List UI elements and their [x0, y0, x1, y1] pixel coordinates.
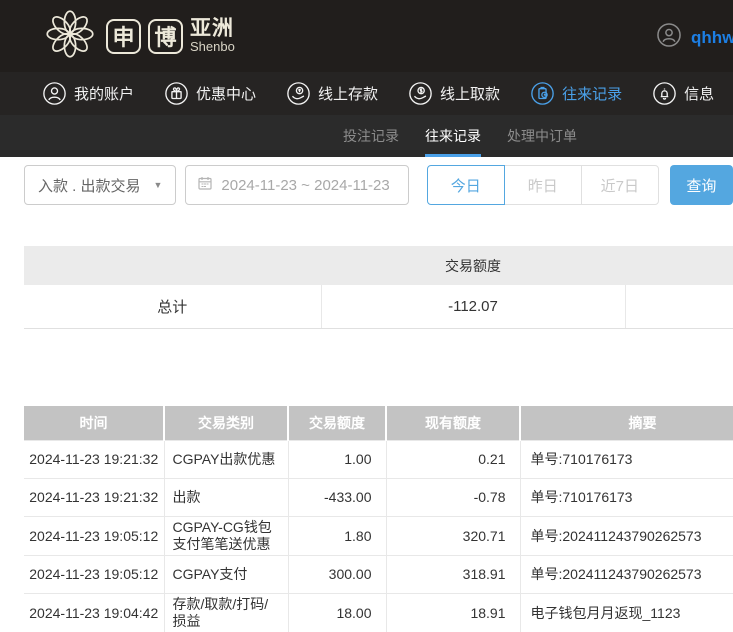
- cell-type: 出款: [163, 478, 288, 517]
- table-row: 2024-11-23 19:04:42 存款/取款/打码/损益 18.00 18…: [24, 593, 733, 632]
- nav-item-label: 线上取款: [440, 86, 501, 103]
- cell-amount: 300.00: [287, 555, 386, 594]
- logo-char-shen: 申: [106, 18, 141, 54]
- chevron-down-icon: ▼: [153, 180, 163, 190]
- nav-item-label: 往来记录: [562, 86, 623, 103]
- cell-memo: 单号:710176173: [519, 440, 733, 479]
- date-range-input[interactable]: 2024-11-23 ~ 2024-11-23: [185, 165, 409, 205]
- tab-label: 往来记录: [425, 128, 481, 144]
- nav-item-messages[interactable]: 信息: [652, 81, 714, 106]
- nav-item-withdraw[interactable]: 线上取款: [408, 81, 500, 106]
- cell-memo: 单号:202411243790262573: [519, 555, 733, 594]
- topbar: 申 博 亚洲 Shenbo qhhw2: [0, 0, 733, 72]
- cell-type: CGPAY支付: [163, 555, 288, 594]
- cell-balance: 18.91: [385, 593, 520, 632]
- quick-range-group: 今日 昨日 近7日: [426, 165, 659, 205]
- nav-item-promotions[interactable]: 优惠中心: [164, 81, 256, 106]
- flower-logo-icon: [44, 8, 96, 65]
- date-range-value: 2024-11-23 ~ 2024-11-23: [221, 176, 390, 194]
- deposit-icon: [286, 81, 311, 106]
- cell-type: 存款/取款/打码/损益: [163, 593, 288, 632]
- col-header-memo: 摘要: [519, 405, 733, 441]
- cell-amount: 1.80: [287, 516, 386, 556]
- nav-item-label: 线上存款: [318, 86, 379, 103]
- table-row: 2024-11-23 19:21:32 出款 -433.00 -0.78 单号:…: [24, 478, 733, 517]
- summary-empty-cell: [624, 285, 733, 329]
- bell-icon: [652, 81, 677, 106]
- logo-char-bo: 博: [148, 18, 183, 54]
- filter-bar: 入款 . 出款交易 ▼ 2024-11-23 ~ 2024-11-23 今日 昨…: [24, 165, 733, 205]
- cell-amount: 18.00: [287, 593, 386, 632]
- col-header-type: 交易类别: [163, 405, 288, 441]
- col-header-time: 时间: [24, 405, 164, 441]
- transactions-table: 时间 交易类别 交易额度 现有额度 摘要 2024-11-23 19:21:32…: [24, 405, 733, 632]
- quick-yesterday-button[interactable]: 昨日: [503, 165, 582, 205]
- cell-time: 2024-11-23 19:04:42: [24, 593, 164, 632]
- gift-icon: [164, 81, 189, 106]
- withdraw-icon: [408, 81, 433, 106]
- select-value: 入款 . 出款交易: [38, 177, 141, 195]
- tab-pending-orders[interactable]: 处理中订单: [507, 115, 577, 157]
- user-icon: [42, 81, 67, 106]
- cell-type: CGPAY-CG钱包支付笔笔送优惠: [163, 516, 288, 556]
- calendar-icon: [197, 175, 213, 195]
- search-button[interactable]: 查询: [669, 165, 733, 205]
- cell-time: 2024-11-23 19:05:12: [24, 516, 164, 556]
- summary-total-value: -112.07: [320, 285, 625, 329]
- cell-amount: -433.00: [287, 478, 386, 517]
- nav-item-deposit[interactable]: 线上存款: [286, 81, 378, 106]
- cell-balance: -0.78: [385, 478, 520, 517]
- summary-header-amount: 交易额度: [321, 246, 625, 285]
- table-row: 2024-11-23 19:05:12 CGPAY-CG钱包支付笔笔送优惠 1.…: [24, 516, 733, 556]
- cell-type: CGPAY出款优惠: [163, 440, 288, 479]
- records-icon: [530, 81, 555, 106]
- transaction-type-select[interactable]: 入款 . 出款交易 ▼: [24, 165, 177, 205]
- nav-item-label: 信息: [684, 86, 715, 103]
- tab-label: 处理中订单: [507, 128, 577, 144]
- quick-today-button[interactable]: 今日: [426, 165, 505, 205]
- summary-header-row: 交易额度: [24, 246, 733, 285]
- cell-memo: 电子钱包月月返现_1123: [519, 593, 733, 632]
- col-header-balance: 现有额度: [385, 405, 520, 441]
- logo-latin-text: Shenbo: [190, 39, 235, 55]
- username-text[interactable]: qhhw2: [691, 28, 733, 48]
- cell-time: 2024-11-23 19:21:32: [24, 440, 164, 479]
- sub-nav: 投注记录 往来记录 处理中订单: [0, 115, 733, 157]
- user-account[interactable]: qhhw2: [656, 22, 733, 53]
- summary-table: 交易额度 总计 -112.07: [24, 246, 733, 329]
- tab-transaction-records[interactable]: 往来记录: [425, 115, 481, 157]
- table-header-row: 时间 交易类别 交易额度 现有额度 摘要: [24, 405, 733, 441]
- tab-label: 投注记录: [343, 128, 399, 144]
- table-row: 2024-11-23 19:21:32 CGPAY出款优惠 1.00 0.21 …: [24, 440, 733, 479]
- logo-region-text: 亚洲: [190, 17, 234, 41]
- nav-item-transactions[interactable]: 往来记录: [530, 81, 622, 106]
- summary-header-empty: [24, 246, 321, 285]
- tab-bet-records[interactable]: 投注记录: [343, 115, 399, 157]
- nav-item-label: 优惠中心: [196, 86, 257, 103]
- cell-time: 2024-11-23 19:21:32: [24, 478, 164, 517]
- summary-total-row: 总计 -112.07: [24, 285, 733, 329]
- cell-balance: 0.21: [385, 440, 520, 479]
- cell-balance: 318.91: [385, 555, 520, 594]
- cell-time: 2024-11-23 19:05:12: [24, 555, 164, 594]
- quick-last7days-button[interactable]: 近7日: [580, 165, 659, 205]
- cell-memo: 单号:202411243790262573: [519, 516, 733, 556]
- table-row: 2024-11-23 19:05:12 CGPAY支付 300.00 318.9…: [24, 555, 733, 594]
- cell-balance: 320.71: [385, 516, 520, 556]
- summary-header-empty: [625, 246, 733, 285]
- brand-logo: 申 博 亚洲 Shenbo: [44, 8, 235, 65]
- avatar-icon: [656, 22, 682, 53]
- summary-total-label: 总计: [24, 285, 321, 329]
- nav-item-my-account[interactable]: 我的账户: [42, 81, 134, 106]
- cell-amount: 1.00: [287, 440, 386, 479]
- nav-item-label: 我的账户: [74, 86, 135, 103]
- cell-memo: 单号:710176173: [519, 478, 733, 517]
- col-header-amount: 交易额度: [287, 405, 386, 441]
- main-nav: 我的账户 优惠中心 线上存款 线上取款 往来记录 信息: [0, 72, 733, 115]
